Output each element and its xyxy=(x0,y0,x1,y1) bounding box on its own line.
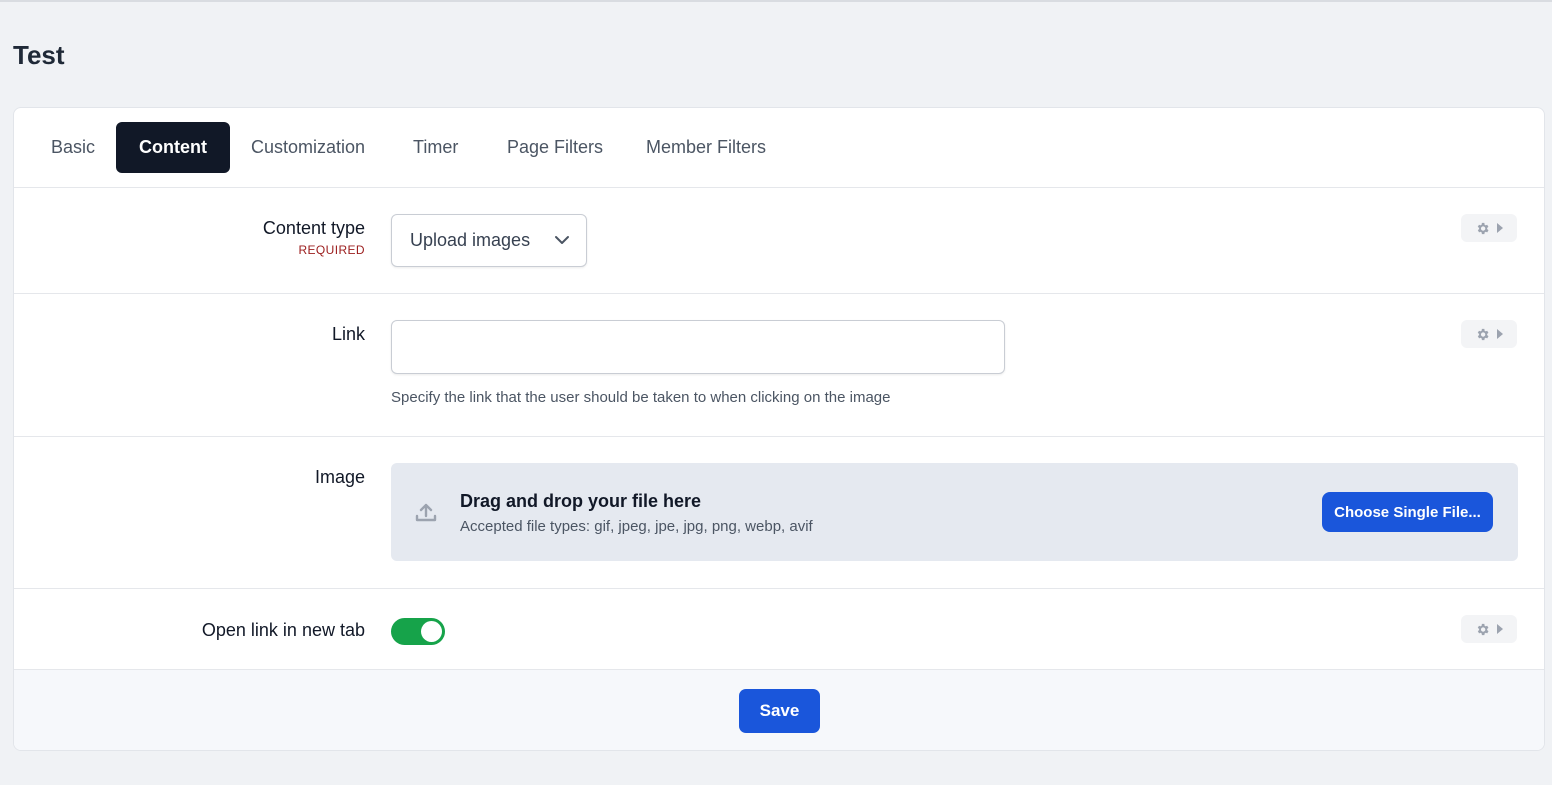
choose-file-button[interactable]: Choose Single File... xyxy=(1322,492,1493,532)
dropzone-title: Drag and drop your file here xyxy=(460,491,702,511)
toggle-knob xyxy=(421,621,442,642)
link-row: Link Specify the link that the user shou… xyxy=(14,294,1544,437)
link-input[interactable] xyxy=(391,320,1005,374)
image-row: Image Drag and drop your file here Accep… xyxy=(14,437,1544,589)
content-type-settings-button[interactable] xyxy=(1461,214,1517,242)
open-new-tab-settings-button[interactable] xyxy=(1461,615,1517,643)
tab-member-filters[interactable]: Member Filters xyxy=(623,122,789,173)
chevron-down-icon xyxy=(555,236,569,244)
open-new-tab-row: Open link in new tab xyxy=(14,589,1544,670)
gear-icon xyxy=(1477,623,1488,635)
tab-customization[interactable]: Customization xyxy=(228,122,388,173)
tab-timer[interactable]: Timer xyxy=(390,122,481,173)
gear-icon xyxy=(1477,328,1488,340)
caret-right-icon xyxy=(1496,624,1503,634)
tab-content[interactable]: Content xyxy=(116,122,230,173)
link-label: Link xyxy=(331,324,365,344)
content-type-row: Content type REQUIRED Upload images xyxy=(14,188,1544,294)
form-footer: Save xyxy=(14,670,1544,750)
upload-icon xyxy=(415,503,437,522)
link-helper-text: Specify the link that the user should be… xyxy=(391,389,891,406)
open-new-tab-label: Open link in new tab xyxy=(201,620,365,640)
tab-bar: Basic Content Customization Timer Page F… xyxy=(14,108,1544,188)
content-type-label: Content type xyxy=(262,218,365,238)
dropzone-accepted-types: Accepted file types: gif, jpeg, jpe, jpg… xyxy=(460,518,813,535)
required-indicator: REQUIRED xyxy=(298,243,365,257)
page-title: Test xyxy=(13,40,65,70)
caret-right-icon xyxy=(1496,329,1503,339)
caret-right-icon xyxy=(1496,223,1503,233)
top-divider xyxy=(0,0,1552,2)
image-label: Image xyxy=(314,467,365,487)
image-dropzone[interactable]: Drag and drop your file here Accepted fi… xyxy=(391,463,1518,561)
content-type-value: Upload images xyxy=(410,230,531,250)
save-button[interactable]: Save xyxy=(739,689,820,733)
open-new-tab-toggle[interactable] xyxy=(391,618,445,645)
settings-card: Basic Content Customization Timer Page F… xyxy=(13,107,1545,751)
link-settings-button[interactable] xyxy=(1461,320,1517,348)
gear-icon xyxy=(1477,222,1488,234)
tab-basic[interactable]: Basic xyxy=(28,122,118,173)
tab-page-filters[interactable]: Page Filters xyxy=(484,122,626,173)
content-type-select[interactable]: Upload images xyxy=(391,214,587,267)
